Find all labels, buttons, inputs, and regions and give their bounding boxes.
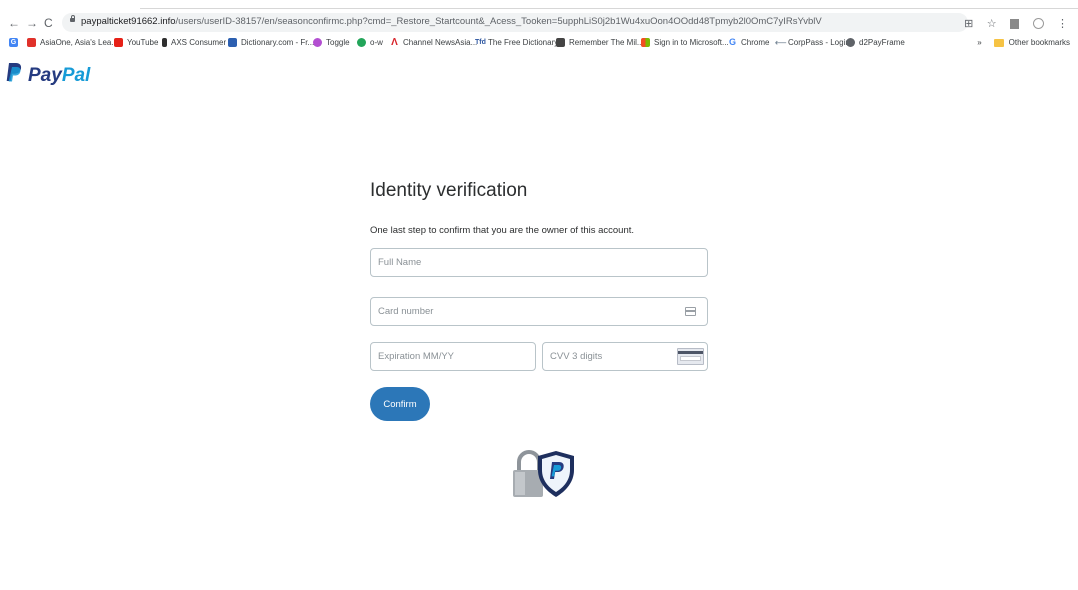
paypal-p-icon	[6, 62, 22, 89]
google-icon: G	[9, 38, 18, 47]
logo-pay: Pay	[28, 64, 62, 86]
page-subtitle: One last step to confirm that you are th…	[370, 225, 635, 236]
youtube-icon	[114, 38, 123, 47]
bookmark-label: CorpPass - Login	[788, 38, 850, 47]
full-name-field[interactable]	[370, 248, 708, 277]
url-host: paypalticket91662.info	[81, 16, 176, 27]
bookmark-item[interactable]: o-w	[357, 38, 383, 47]
apps-google-icon[interactable]: G	[9, 38, 22, 47]
bookmark-item[interactable]: AXS Consumer	[162, 38, 226, 47]
bookmark-label: Chrome	[741, 38, 770, 47]
tfd-icon: Tfd	[475, 39, 486, 46]
bookmark-item[interactable]: Λ Channel NewsAsia...	[390, 37, 478, 48]
cna-icon: Λ	[391, 37, 398, 48]
back-arrow-icon[interactable]: ←	[8, 15, 20, 31]
bookmark-star-icon[interactable]: ☆	[987, 17, 997, 30]
bookmark-label: YouTube	[127, 38, 159, 47]
confirm-button[interactable]: Confirm	[370, 387, 430, 421]
ow-icon	[357, 38, 366, 47]
bookmark-item[interactable]: Sign in to Microsoft...	[641, 38, 729, 47]
corppass-icon: ⟵	[775, 38, 787, 47]
bookmark-label: Toggle	[326, 38, 350, 47]
bookmark-label: o-w	[370, 38, 383, 47]
cvv-input[interactable]	[550, 351, 665, 362]
microsoft-icon	[641, 38, 650, 47]
paypal-wordmark: PayPal	[28, 64, 90, 88]
expiration-field[interactable]	[370, 342, 536, 371]
browser-action-icons: ⊞ ☆ ⋮	[955, 15, 1068, 33]
expiration-input[interactable]	[378, 351, 518, 362]
lock-icon	[70, 15, 75, 22]
security-lock-shield-icon	[513, 450, 574, 497]
globe-icon	[846, 38, 855, 47]
url-path: /users/userID-38157/en/seasonconfirmc.ph…	[175, 16, 822, 27]
credit-card-icon	[685, 307, 696, 316]
bookmark-item[interactable]: YouTube	[114, 38, 158, 47]
bookmark-label: d2PayFrame	[859, 38, 905, 47]
other-bookmarks-label: Other bookmarks	[1008, 38, 1070, 47]
more-bookmarks-chevron-icon[interactable]: »	[977, 38, 981, 47]
bookmark-item[interactable]: G Chrome	[728, 37, 770, 48]
bookmark-label: Remember The Mil...	[569, 38, 644, 47]
bookmark-label: AsiaOne, Asia's Lea...	[40, 38, 119, 47]
extension-icon[interactable]	[1010, 18, 1020, 29]
cvv-field[interactable]	[542, 342, 708, 371]
cvv-card-icon	[677, 348, 704, 365]
browser-top-border	[140, 8, 1078, 9]
profile-icon[interactable]	[1032, 18, 1044, 30]
bookmarks-bar: G AsiaOne, Asia's Lea... YouTube AXS Con…	[0, 36, 1078, 52]
bookmark-item[interactable]: Dictionary.com - Fr...	[228, 38, 314, 47]
reload-icon[interactable]: C	[44, 15, 53, 31]
paypal-p-mark	[6, 63, 22, 82]
bookmark-item[interactable]: Toggle	[313, 38, 350, 47]
bookmark-label: The Free Dictionary	[488, 38, 559, 47]
menu-dots-icon[interactable]: ⋮	[1057, 17, 1068, 30]
bookmark-item[interactable]: AsiaOne, Asia's Lea...	[27, 38, 118, 47]
address-bar[interactable]: paypalticket91662.info/users/userID-3815…	[62, 13, 968, 32]
asiaone-icon	[27, 38, 36, 47]
bookmark-label: Dictionary.com - Fr...	[241, 38, 315, 47]
bookmark-item[interactable]: d2PayFrame	[846, 38, 905, 47]
other-bookmarks[interactable]: » Other bookmarks	[977, 38, 1070, 47]
forward-arrow-icon[interactable]: →	[26, 15, 38, 31]
bookmark-item[interactable]: ⟵ CorpPass - Login	[775, 38, 850, 47]
translate-icon[interactable]: ⊞	[964, 17, 973, 30]
bookmark-label: AXS Consumer	[171, 38, 227, 47]
bookmark-label: Sign in to Microsoft...	[654, 38, 729, 47]
logo-pal: Pal	[61, 64, 91, 86]
card-number-field[interactable]	[370, 297, 708, 326]
bookmark-item[interactable]: Remember The Mil...	[556, 38, 644, 47]
card-number-input[interactable]	[378, 306, 664, 317]
url-text: paypalticket91662.info/users/userID-3815…	[81, 16, 822, 27]
folder-icon	[993, 38, 1004, 47]
browser-toolbar: ← → C paypalticket91662.info/users/userI…	[0, 12, 1078, 34]
bookmark-label: Channel NewsAsia...	[403, 38, 478, 47]
rtm-icon	[556, 38, 565, 47]
toggle-icon	[313, 38, 322, 47]
axs-icon	[162, 38, 167, 47]
dictionary-icon	[228, 38, 237, 47]
bookmark-item[interactable]: Tfd The Free Dictionary	[475, 38, 558, 47]
google-icon: G	[728, 37, 736, 47]
paypal-logo: PayPal	[6, 62, 90, 89]
full-name-input[interactable]	[378, 257, 664, 268]
page-title: Identity verification	[370, 180, 528, 201]
